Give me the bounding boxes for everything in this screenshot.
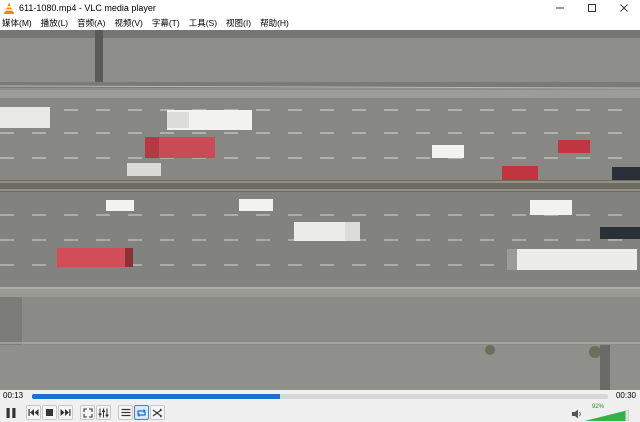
volume-slider[interactable]: [584, 408, 630, 422]
previous-icon: [28, 409, 39, 416]
seek-progress: [32, 394, 280, 399]
minimize-button[interactable]: [544, 0, 576, 16]
minimize-icon: [556, 7, 564, 9]
seek-slider[interactable]: [32, 394, 608, 399]
stop-icon: [46, 409, 53, 416]
fullscreen-button[interactable]: [80, 405, 95, 420]
elapsed-time[interactable]: 00:13: [3, 391, 23, 400]
equalizer-icon: [98, 408, 109, 417]
stop-button[interactable]: [42, 405, 57, 420]
shuffle-button[interactable]: [150, 405, 165, 420]
volume-triangle: [584, 409, 630, 422]
seek-row: 00:13 00:30: [0, 390, 640, 402]
close-icon: [620, 4, 628, 12]
playlist-button[interactable]: [118, 405, 133, 420]
window-title: 611-1080.mp4 - VLC media player: [19, 3, 156, 13]
speaker-icon[interactable]: [571, 408, 583, 420]
next-button[interactable]: [58, 405, 73, 420]
menu-playback[interactable]: 播放(L): [41, 16, 68, 30]
playlist-icon: [121, 408, 130, 417]
total-time[interactable]: 00:30: [616, 391, 636, 400]
close-button[interactable]: [608, 0, 640, 16]
video-frame: [0, 30, 640, 390]
menu-video[interactable]: 视频(V): [114, 16, 142, 30]
menu-media[interactable]: 媒体(M): [2, 16, 32, 30]
menu-subtitle[interactable]: 字幕(T): [152, 16, 180, 30]
maximize-icon: [588, 4, 596, 12]
vlc-cone-icon: [4, 2, 14, 14]
video-display[interactable]: [0, 30, 640, 390]
menu-bar: 媒体(M) 播放(L) 音频(A) 视频(V) 字幕(T) 工具(S) 视图(I…: [0, 16, 640, 30]
menu-view[interactable]: 视图(I): [226, 16, 251, 30]
previous-button[interactable]: [26, 405, 41, 420]
menu-tools[interactable]: 工具(S): [189, 16, 217, 30]
menu-help[interactable]: 帮助(H): [260, 16, 289, 30]
fullscreen-icon: [82, 407, 93, 418]
shuffle-icon: [152, 408, 163, 417]
pause-button[interactable]: [2, 404, 19, 421]
title-bar[interactable]: 611-1080.mp4 - VLC media player: [0, 0, 640, 16]
control-bar: [0, 402, 640, 422]
vlc-window: 611-1080.mp4 - VLC media player 媒体(M) 播放…: [0, 0, 640, 422]
menu-audio[interactable]: 音频(A): [77, 16, 105, 30]
loop-icon: [137, 408, 146, 417]
window-controls: [544, 0, 640, 16]
next-icon: [60, 409, 71, 416]
pause-icon: [6, 407, 15, 418]
loop-button[interactable]: [134, 405, 149, 420]
maximize-button[interactable]: [576, 0, 608, 16]
extended-settings-button[interactable]: [96, 405, 111, 420]
